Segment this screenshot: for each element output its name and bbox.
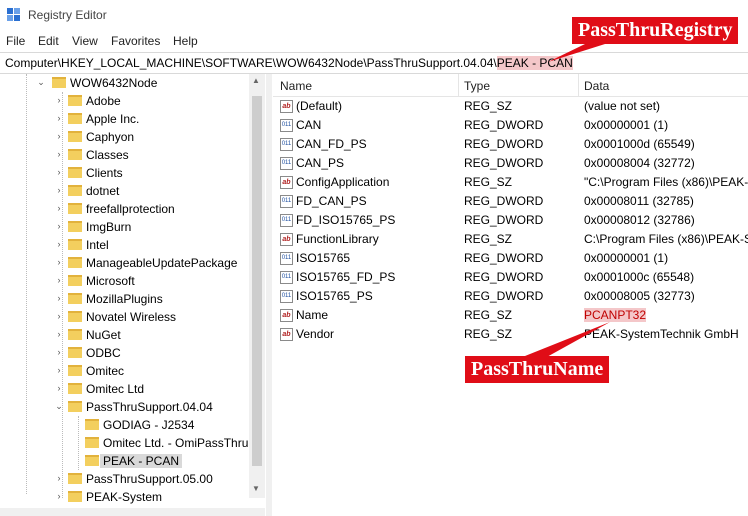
- name-callout-arrow: [520, 322, 610, 358]
- passthru-name-callout: PassThruName: [465, 356, 610, 383]
- registry-callout-arrow: [548, 44, 605, 62]
- callout-arrows: [520, 44, 610, 358]
- passthru-registry-callout: PassThruRegistry: [572, 17, 739, 44]
